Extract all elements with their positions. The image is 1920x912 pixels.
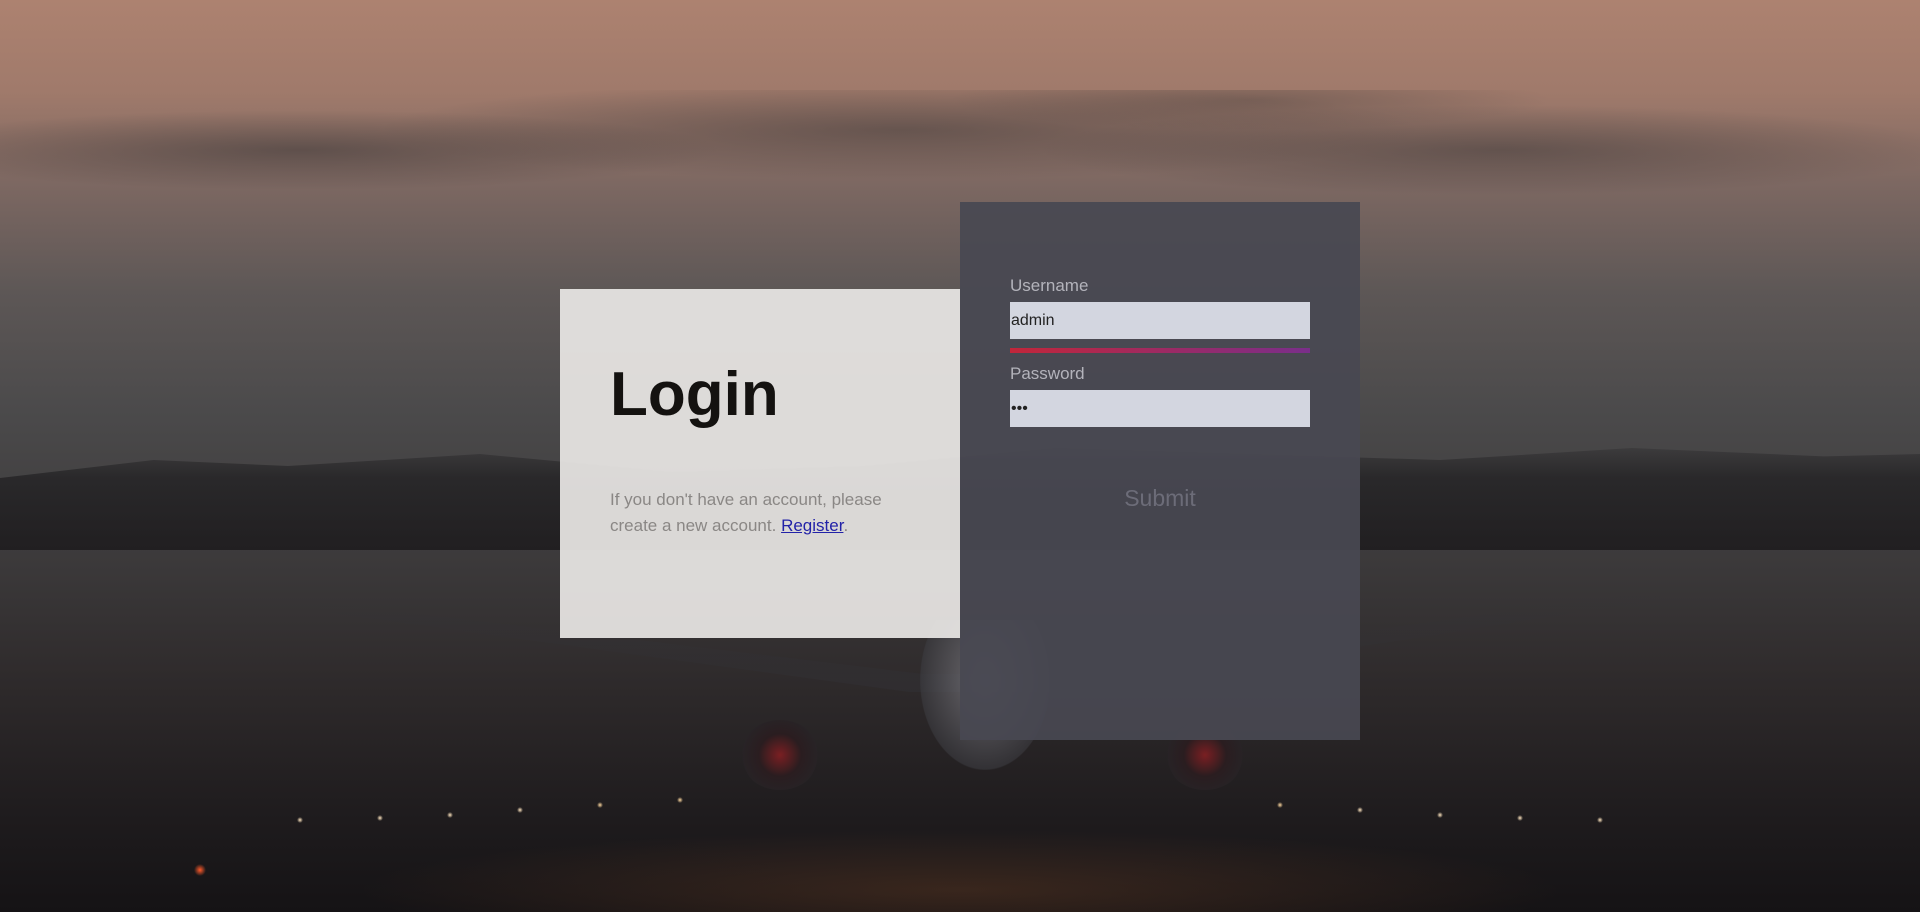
- register-link[interactable]: Register: [781, 516, 843, 535]
- login-info-panel: Login If you don't have an account, plea…: [560, 289, 960, 638]
- login-form-panel: Username Password Submit: [960, 202, 1360, 740]
- password-label: Password: [1010, 364, 1085, 383]
- username-input[interactable]: [1010, 302, 1310, 339]
- password-input[interactable]: [1010, 390, 1310, 427]
- username-label: Username: [1010, 276, 1089, 295]
- submit-button[interactable]: Submit: [1010, 478, 1310, 518]
- background-runway-lights: [0, 760, 1920, 912]
- page-title: Login: [610, 360, 779, 429]
- register-prompt-suffix: .: [843, 516, 849, 535]
- input-strength-bar: [1010, 348, 1310, 353]
- register-prompt: If you don't have an account, please cre…: [610, 487, 930, 539]
